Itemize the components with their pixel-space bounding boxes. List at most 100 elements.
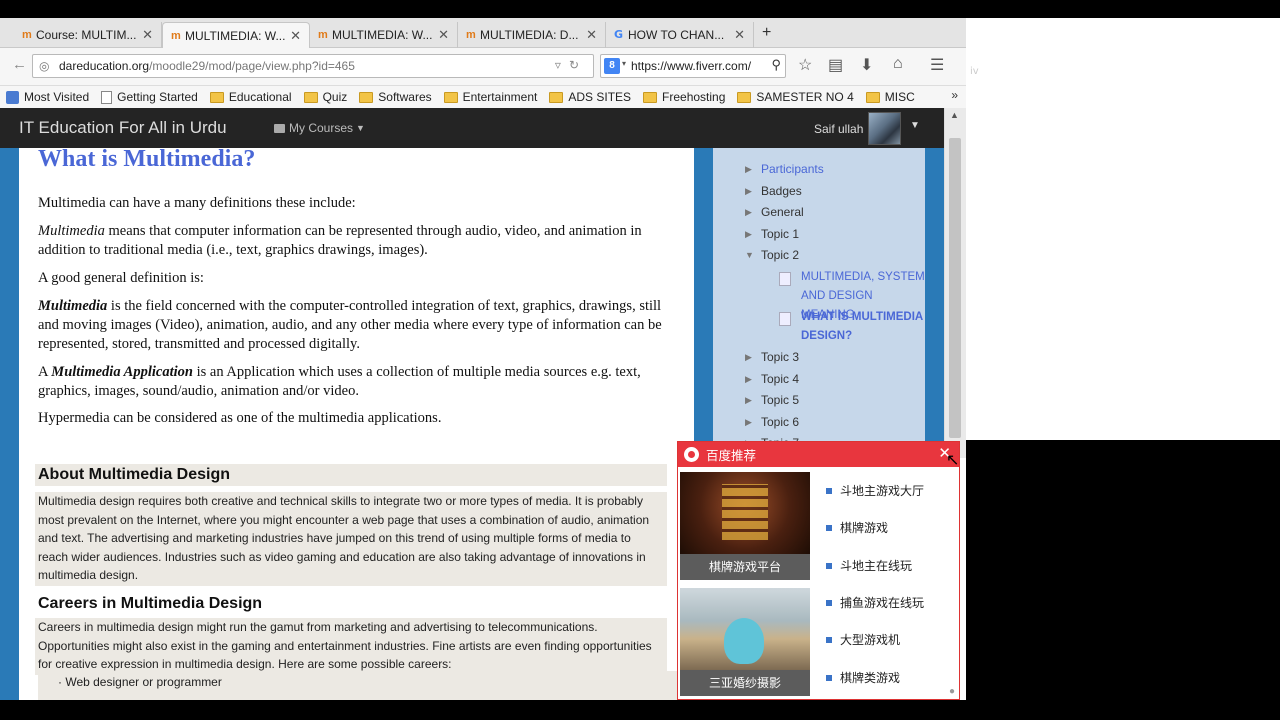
sidebar-item-topic-3[interactable]: ▶ Topic 3 xyxy=(745,350,799,364)
paragraph: Multimedia means that computer informati… xyxy=(38,222,678,260)
paragraph: Hypermedia can be considered as one of t… xyxy=(38,410,442,426)
scroll-up-icon[interactable]: ▲ xyxy=(950,110,959,120)
bookmark-label: Getting Started xyxy=(117,90,198,104)
sidebar-item-label: Topic 1 xyxy=(761,227,800,241)
triangle-down-icon: ▼ xyxy=(745,250,754,260)
sidebar-item-topic-4[interactable]: ▶ Topic 4 xyxy=(745,372,800,386)
bookmark-getting-started[interactable]: Getting Started xyxy=(101,90,198,104)
sidebar-item-topic-5[interactable]: ▶ Topic 5 xyxy=(745,393,799,407)
bookmark-label: Quiz xyxy=(322,90,348,104)
triangle-right-icon: ▶ xyxy=(745,228,752,239)
sidebar-item-topic-1[interactable]: ▶ Topic 1 xyxy=(745,227,800,241)
ad-image-card[interactable]: 三亚婚纱摄影 xyxy=(680,588,810,696)
popup-header: 百度推荐 ✕ xyxy=(678,442,959,467)
new-tab-icon[interactable]: + xyxy=(762,24,771,42)
sidebar-item-general[interactable]: ▶ General xyxy=(745,205,804,219)
sidebar-item-topic-6[interactable]: ▶ Topic 6 xyxy=(745,415,799,429)
bookmark-most-visited[interactable]: Most Visited xyxy=(6,90,89,104)
ad-caption[interactable]: 三亚婚纱摄影 xyxy=(680,670,810,696)
ad-image[interactable] xyxy=(680,588,810,670)
ad-image[interactable] xyxy=(680,472,810,554)
paragraph-text: means that computer information can be r… xyxy=(38,223,642,258)
ad-link-label: 捕鱼游戏在线玩 xyxy=(840,596,925,610)
sidebar-item-topic-2[interactable]: ▼ Topic 2 xyxy=(745,248,799,262)
ad-link[interactable]: 捕鱼游戏在线玩 xyxy=(826,594,924,611)
tab-course-multimedia[interactable]: m Course: MULTIM... ✕ xyxy=(14,22,162,48)
tab-label: HOW TO CHAN... xyxy=(628,28,725,42)
back-icon[interactable]: ← xyxy=(12,56,27,73)
bookmark-ads-sites[interactable]: ADS SITES xyxy=(549,90,631,104)
bookmark-label: Softwares xyxy=(378,90,432,104)
google-search-icon[interactable]: 8 xyxy=(604,58,620,74)
careers-text: Careers in multimedia design might run t… xyxy=(35,618,667,675)
ad-link-label: 棋牌类游戏 xyxy=(840,671,901,685)
ad-link[interactable]: 斗地主游戏大厅 xyxy=(826,482,924,499)
dropdown-arrow-icon[interactable]: ▾ xyxy=(622,59,626,68)
ad-link-label: 棋牌游戏 xyxy=(840,521,889,535)
ad-link[interactable]: 棋牌类游戏 xyxy=(826,669,900,686)
tab-bar: m Course: MULTIM... ✕ m MULTIMEDIA: W...… xyxy=(0,18,966,48)
page-icon xyxy=(101,90,113,104)
section-heading-about: About Multimedia Design xyxy=(35,464,667,486)
search-bar[interactable]: 8 ▾ https://www.fiverr.com/ ⚲ xyxy=(600,54,786,78)
sidebar-link-what-is-multimedia[interactable]: WHAT IS MULTIMEDIA DESIGN? xyxy=(779,308,925,346)
ad-link[interactable]: 斗地主在线玩 xyxy=(826,557,912,574)
download-icon[interactable]: ⬇ xyxy=(860,55,873,75)
scroll-thumb[interactable] xyxy=(949,138,961,438)
google-icon: G xyxy=(614,28,624,41)
ad-link-label: 斗地主游戏大厅 xyxy=(840,484,925,498)
ad-link[interactable]: 棋牌游戏 xyxy=(826,519,888,536)
close-icon[interactable]: ✕ xyxy=(438,27,449,43)
tab-multimedia-design[interactable]: m MULTIMEDIA: D... ✕ xyxy=(458,22,606,48)
search-value: https://www.fiverr.com/ xyxy=(631,59,752,73)
my-courses-menu[interactable]: My Courses ▼ xyxy=(274,121,365,135)
tab-multimedia-what-active[interactable]: m MULTIMEDIA: W... ✕ xyxy=(162,22,310,48)
bookmark-quiz[interactable]: Quiz xyxy=(303,90,348,104)
url-path: /moodle29/mod/page/view.php?id=465 xyxy=(149,59,355,73)
ad-link[interactable]: 大型游戏机 xyxy=(826,631,900,648)
bookmark-misc[interactable]: MISC xyxy=(865,90,915,104)
ad-image-card[interactable]: 棋牌游戏平台 xyxy=(680,472,810,580)
close-icon[interactable]: ✕ xyxy=(142,27,153,43)
avatar[interactable] xyxy=(868,112,901,145)
navigation-bar: ← ◎ dareducation.org/moodle29/mod/page/v… xyxy=(0,48,966,86)
tab-label: MULTIMEDIA: D... xyxy=(480,28,579,42)
triangle-right-icon: ▶ xyxy=(745,351,752,362)
page-title: What is Multimedia? xyxy=(38,146,256,172)
user-name[interactable]: Saif ullah xyxy=(814,122,863,136)
reload-icon[interactable]: ▿↻ xyxy=(555,58,587,72)
bookmark-educational[interactable]: Educational xyxy=(209,90,292,104)
bookmark-softwares[interactable]: Softwares xyxy=(359,90,432,104)
sidebar-item-participants[interactable]: ▶ Participants xyxy=(745,162,824,176)
sidebar-item-label: Topic 4 xyxy=(761,372,800,386)
bookmark-entertainment[interactable]: Entertainment xyxy=(443,90,537,104)
my-courses-label: My Courses xyxy=(289,121,354,135)
ad-caption[interactable]: 棋牌游戏平台 xyxy=(680,554,810,580)
bookmarks-list-icon[interactable]: ▤ xyxy=(828,55,843,75)
caret-down-icon[interactable]: ▼ xyxy=(910,120,920,131)
search-icon[interactable]: ⚲ xyxy=(771,57,781,73)
paragraph: Multimedia is the field concerned with t… xyxy=(38,297,678,354)
tab-how-to-change[interactable]: G HOW TO CHAN... ✕ xyxy=(606,22,754,48)
tab-multimedia-what[interactable]: m MULTIMEDIA: W... ✕ xyxy=(310,22,458,48)
folder-icon xyxy=(549,91,564,103)
page-scrollbar[interactable]: ▲ xyxy=(944,108,966,458)
ad-link-label: 大型游戏机 xyxy=(840,633,901,647)
moodle-icon: m xyxy=(466,29,476,41)
bookmark-freehosting[interactable]: Freehosting xyxy=(643,90,725,104)
menu-icon[interactable]: ☰ xyxy=(930,55,944,75)
background-region: iv xyxy=(966,18,1280,440)
close-icon[interactable]: ✕ xyxy=(586,27,597,43)
paragraph-text: A xyxy=(38,364,52,380)
bookmark-star-icon[interactable]: ☆ xyxy=(798,55,812,75)
home-icon[interactable]: ⌂ xyxy=(893,55,903,73)
bookmark-samester-no-4[interactable]: SAMESTER NO 4 xyxy=(737,90,854,104)
main-content: What is Multimedia? Multimedia can have … xyxy=(19,146,694,700)
emphasis: Multimedia xyxy=(38,298,108,314)
close-icon[interactable]: ✕ xyxy=(290,28,301,44)
chevron-right-icon[interactable]: » xyxy=(951,88,958,102)
sidebar-item-badges[interactable]: ▶ Badges xyxy=(745,184,802,198)
site-brand[interactable]: IT Education For All in Urdu xyxy=(19,118,227,138)
close-icon[interactable]: ✕ xyxy=(734,27,745,43)
url-bar[interactable]: ◎ dareducation.org/moodle29/mod/page/vie… xyxy=(32,54,594,78)
